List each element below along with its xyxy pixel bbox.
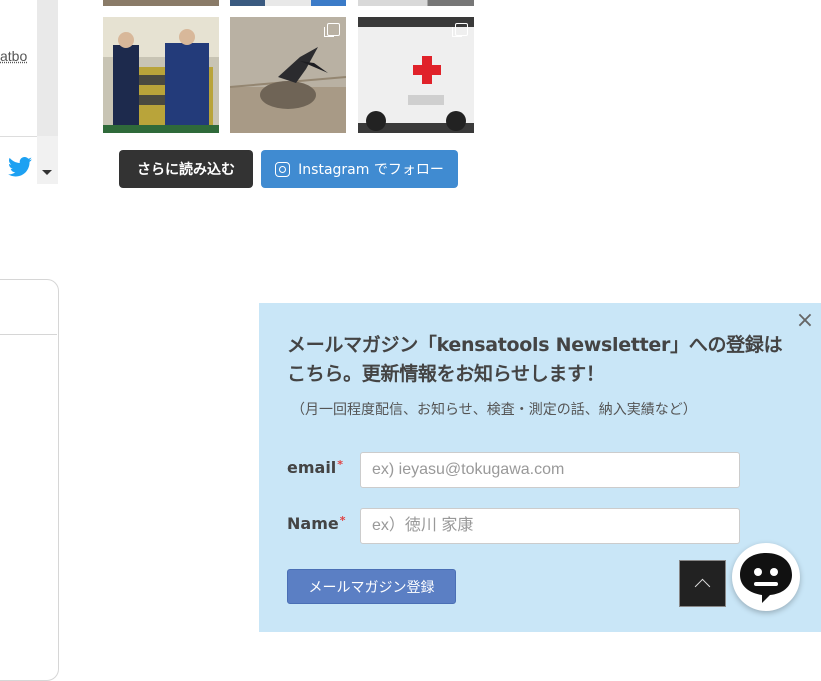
email-label: email* [287, 458, 343, 477]
required-mark: * [339, 514, 346, 527]
name-label: Name* [287, 514, 345, 533]
chevron-up-icon [694, 578, 711, 595]
name-field[interactable] [360, 508, 740, 544]
twitter-widget: atbo [0, 0, 58, 184]
sidebar-card-divider [0, 334, 57, 335]
multi-photo-icon [452, 23, 468, 37]
newsletter-title: メールマガジン「kensatools Newsletter」への登録はこちら。更… [287, 334, 783, 385]
instagram-follow-label: Instagram でフォロー [298, 162, 444, 178]
multi-photo-icon [324, 23, 340, 37]
email-label-text: email [287, 458, 337, 477]
sidebar-card [0, 279, 59, 681]
instagram-thumb[interactable] [103, 0, 219, 6]
newsletter-subtitle: （月一回程度配信、お知らせ、検査・測定の話、納入実績など） [291, 402, 697, 418]
instagram-follow-button[interactable]: Instagram でフォロー [261, 150, 458, 188]
instagram-thumb[interactable] [358, 0, 474, 6]
twitter-partial-link[interactable]: atbo [0, 48, 27, 64]
twitter-scrollbar[interactable] [37, 0, 58, 136]
instagram-icon [275, 161, 291, 177]
instagram-thumb[interactable] [230, 0, 346, 6]
load-more-button[interactable]: さらに読み込む [119, 150, 253, 188]
twitter-bird-icon[interactable] [8, 157, 32, 177]
name-label-text: Name [287, 514, 339, 533]
close-icon[interactable]: × [795, 310, 815, 332]
twitter-divider [0, 136, 37, 137]
instagram-thumb[interactable] [230, 17, 346, 133]
required-mark: * [337, 458, 344, 471]
workers-photo [103, 17, 219, 133]
chat-widget-button[interactable] [732, 543, 800, 611]
subscribe-button[interactable]: メールマガジン登録 [287, 569, 456, 604]
instagram-thumb[interactable] [103, 17, 219, 133]
chat-face-icon [740, 553, 792, 603]
twitter-footer [37, 136, 58, 184]
email-field[interactable] [360, 452, 740, 488]
back-to-top-button[interactable] [679, 560, 726, 607]
caret-down-icon[interactable] [42, 170, 52, 175]
instagram-thumb[interactable] [358, 17, 474, 133]
